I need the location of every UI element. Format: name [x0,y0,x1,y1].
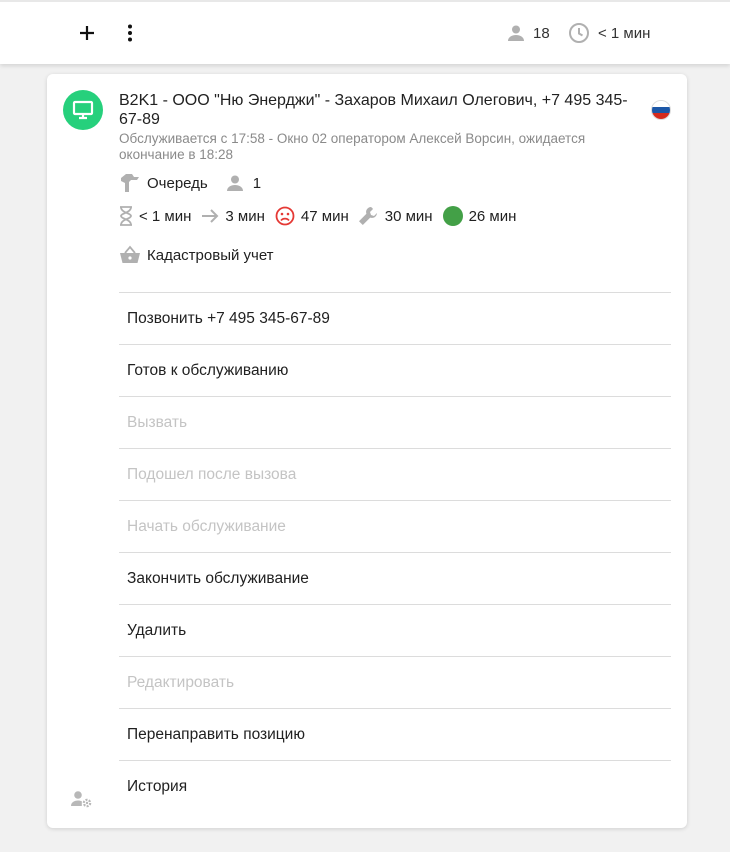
wrench-icon [358,207,377,225]
status-dot-icon [442,206,463,226]
arrived-after-call-button[interactable]: Подошел после вызова [119,448,671,500]
timing-row: < 1 мин 3 мин 47 мин 30 мин 26 мин [119,205,516,227]
top-bar: 18 < 1 мин [0,0,730,64]
hourglass-icon [120,206,132,226]
arrow-right-icon [202,209,219,223]
queue-row: Очередь 1 [119,173,261,193]
edit-button[interactable]: Редактировать [119,656,671,708]
plus-icon [80,26,94,40]
service-name: Кадастровый учет [147,246,274,264]
queue-count-stat: 18 [507,22,550,44]
ticket-avatar [63,90,103,130]
wait-time-stat: < 1 мин [568,22,650,44]
ticket-card: B2K1 - ООО "Ню Энерджи" - Захаров Михаил… [47,74,687,828]
queue-count: 18 [533,24,550,42]
queue-people-count: 1 [252,174,262,192]
start-service-button[interactable]: Начать обслуживание [119,500,671,552]
finish-service-button[interactable]: Закончить обслуживание [119,552,671,604]
overdue-time-value: 47 мин [300,207,349,225]
transfer-time-value: 3 мин [225,207,265,225]
queue-sign-icon [121,174,139,192]
russia-flag-icon [651,100,671,120]
sad-face-icon [275,206,295,226]
queue-label: Очередь [147,174,208,192]
ticket-subtitle: Обслуживается с 17:58 - Окно 02 оператор… [119,131,586,162]
history-button[interactable]: История [119,760,671,812]
clock-icon [569,23,589,43]
ticket-title: B2K1 - ООО "Ню Энерджи" - Захаров Михаил… [119,92,628,128]
wait-time: < 1 мин [598,24,651,42]
redirect-position-button[interactable]: Перенаправить позицию [119,708,671,760]
more-vertical-icon [128,24,132,42]
more-menu-button[interactable] [116,19,144,47]
call-in-button[interactable]: Вызвать [119,396,671,448]
delete-button[interactable]: Удалить [119,604,671,656]
basket-icon [120,245,140,263]
total-time-value: 26 мин [468,207,517,225]
person-icon [508,25,524,41]
monitor-icon [72,100,94,120]
service-row: Кадастровый учет [119,245,274,265]
call-phone-button[interactable]: Позвонить +7 495 345-67-89 [119,292,671,344]
ready-to-serve-button[interactable]: Готов к обслуживанию [119,344,671,396]
add-button[interactable] [73,19,101,47]
user-gear-icon [71,791,92,808]
wait-time-value: < 1 мин [139,207,192,225]
service-time-value: 30 мин [384,207,433,225]
person-icon [226,175,243,191]
user-settings-button[interactable] [71,790,93,813]
actions-list: Позвонить +7 495 345-67-89 Готов к обслу… [119,292,671,812]
